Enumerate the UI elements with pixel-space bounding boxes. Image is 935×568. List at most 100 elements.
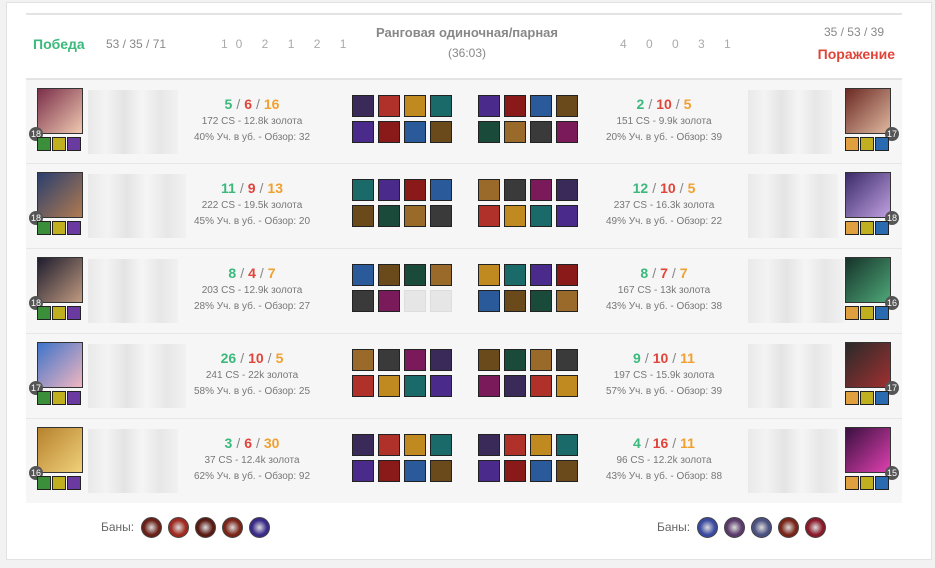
- cs-gold: 237 CS - 16.3k золота: [613, 200, 715, 211]
- item-icon: [504, 205, 526, 227]
- summoner-spell-icon: [52, 391, 66, 405]
- red-champion-icon[interactable]: [845, 257, 891, 303]
- item-icon: [504, 434, 526, 456]
- kda-separator: /: [236, 96, 241, 112]
- blue-champion-icon[interactable]: [37, 342, 83, 388]
- deaths: 6: [244, 435, 252, 451]
- kda-separator: /: [256, 96, 260, 112]
- blue-champion-icon[interactable]: [37, 427, 83, 473]
- item-icon: [430, 205, 452, 227]
- player-name-blurred[interactable]: [88, 174, 186, 238]
- red-kda: 4/16/11: [594, 435, 734, 451]
- summoner-spell-icon: [37, 137, 51, 151]
- summoner-spell-icon: [67, 476, 81, 490]
- summoner-spell-icon: [37, 391, 51, 405]
- player-name-blurred[interactable]: [88, 259, 178, 323]
- player-name-blurred[interactable]: [88, 90, 178, 154]
- blue-champion-icon[interactable]: [37, 172, 83, 218]
- kp-vision: 49% Уч. в уб. - Обзор: 22: [605, 216, 723, 227]
- win-label: Победа: [33, 36, 85, 52]
- player-name-blurred[interactable]: [748, 174, 838, 238]
- kda-separator: /: [675, 96, 680, 112]
- blue-kda: 5/6/16: [182, 96, 322, 112]
- item-icon: [556, 375, 578, 397]
- summoner-spell-icon: [845, 476, 859, 490]
- kda-separator: /: [652, 265, 657, 281]
- kda-separator: /: [259, 265, 264, 281]
- kills: 26: [220, 350, 237, 366]
- kills: 9: [633, 350, 641, 366]
- player-name-blurred[interactable]: [748, 90, 832, 154]
- item-icon: [352, 205, 374, 227]
- kills: 11: [221, 180, 236, 196]
- player-name-blurred[interactable]: [748, 259, 844, 323]
- banned-champion-icon: [249, 517, 270, 538]
- deaths: 10: [660, 180, 676, 196]
- banned-champion-icon: [697, 517, 718, 538]
- cs-gold: 96 CS - 12.2k золота: [616, 455, 712, 466]
- assists: 16: [263, 96, 280, 112]
- banned-champion-icon: [805, 517, 826, 538]
- cs-gold: 241 CS - 22k золота: [205, 370, 299, 381]
- red-champion-icon[interactable]: [845, 427, 891, 473]
- summoner-spell-icon: [875, 221, 889, 235]
- item-icon: [430, 434, 452, 456]
- win-team-kda: 53 / 35 / 71: [106, 37, 167, 51]
- assists: 7: [267, 265, 276, 281]
- item-icon: [504, 375, 526, 397]
- item-icon: [478, 121, 500, 143]
- summoner-spell-icon: [860, 137, 874, 151]
- item-icon: [478, 349, 500, 371]
- item-icon: [478, 179, 500, 201]
- red-champion-icon[interactable]: [845, 172, 891, 218]
- kda-separator: /: [644, 435, 649, 451]
- kp-vision: 20% Уч. в уб. - Обзор: 39: [605, 132, 723, 143]
- kda-separator: /: [652, 180, 657, 196]
- player-name-blurred[interactable]: [748, 429, 838, 493]
- kp-vision: 28% Уч. в уб. - Обзор: 27: [193, 301, 311, 312]
- banned-champion-icon: [751, 517, 772, 538]
- summoner-spell-icon: [52, 476, 66, 490]
- cs-gold: 222 CS - 19.5k золота: [201, 200, 303, 211]
- deaths: 4: [248, 265, 256, 281]
- summoner-spell-icon: [875, 476, 889, 490]
- item-icon: [404, 349, 426, 371]
- item-icon: [530, 434, 552, 456]
- player-name-blurred[interactable]: [88, 344, 186, 408]
- item-icon: [378, 434, 400, 456]
- assists: 13: [267, 180, 283, 196]
- red-champion-icon[interactable]: [845, 342, 891, 388]
- item-icon: [478, 434, 500, 456]
- summoner-spell-icon: [37, 306, 51, 320]
- item-icon: [478, 95, 500, 117]
- blue-bans-label: Баны:: [101, 520, 135, 534]
- player-row: 18 11/9/13 222 CS - 19.5k золота 45% Уч. в …: [26, 163, 902, 248]
- assists: 30: [263, 435, 280, 451]
- summoner-spell-icon: [67, 221, 81, 235]
- kda-separator: /: [240, 350, 245, 366]
- player-row: 18 5/6/16 172 CS - 12.8k золота 40% Уч. в у…: [26, 78, 902, 164]
- summoner-spell-icon: [845, 137, 859, 151]
- summoner-spell-icon: [52, 306, 66, 320]
- summoner-spell-icon: [860, 221, 874, 235]
- item-icon: [404, 460, 426, 482]
- assists: 11: [680, 435, 695, 451]
- blue-kda: 11/9/13: [182, 180, 322, 196]
- item-icon: [404, 375, 426, 397]
- summoner-spell-icon: [860, 476, 874, 490]
- player-name-blurred[interactable]: [748, 344, 832, 408]
- kp-vision: 40% Уч. в уб. - Обзор: 32: [193, 132, 311, 143]
- assists: 5: [687, 180, 696, 196]
- player-name-blurred[interactable]: [88, 429, 178, 493]
- red-champion-icon[interactable]: [845, 88, 891, 134]
- item-icon: [352, 349, 374, 371]
- item-icon: [378, 179, 400, 201]
- loss-team-kda: 35 / 53 / 39: [823, 25, 884, 39]
- blue-champion-icon[interactable]: [37, 88, 83, 134]
- deaths: 7: [660, 265, 668, 281]
- blue-champion-icon[interactable]: [37, 257, 83, 303]
- summoner-spell-icon: [67, 391, 81, 405]
- blue-kda: 3/6/30: [182, 435, 322, 451]
- item-icon: [530, 95, 552, 117]
- item-icon: [556, 460, 578, 482]
